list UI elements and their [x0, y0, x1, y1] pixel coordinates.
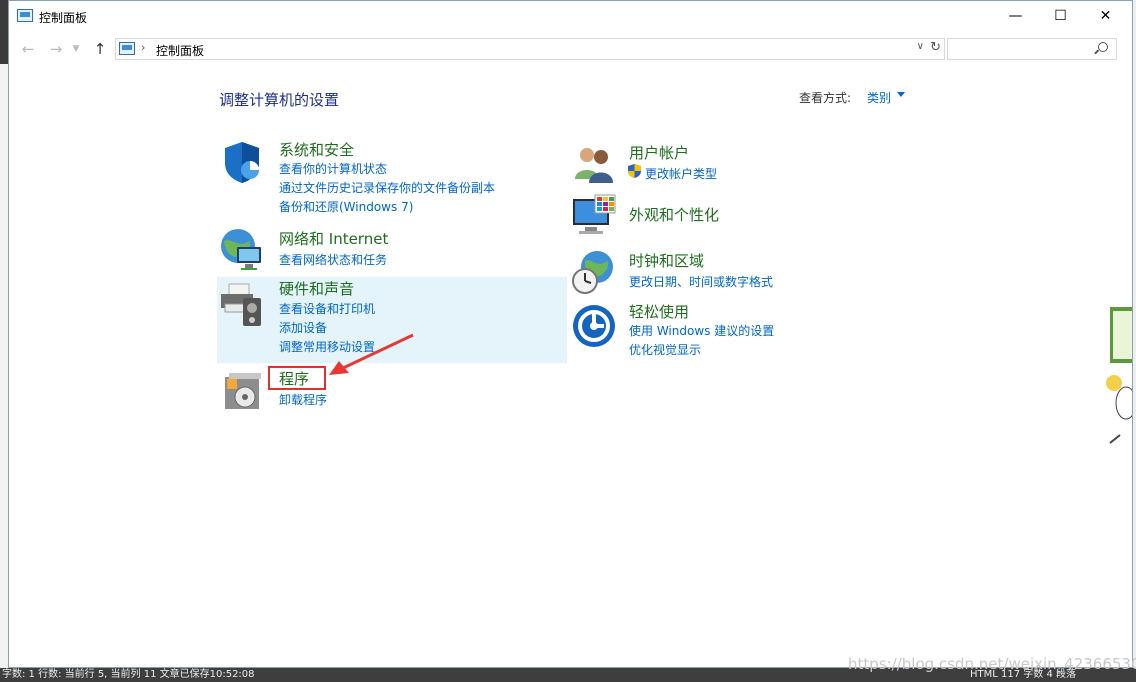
category-hardware-sound[interactable]: 硬件和声音 — [279, 278, 354, 299]
clock-globe-icon[interactable] — [571, 249, 617, 295]
link-optimize-visual-display[interactable]: 优化视觉显示 — [629, 341, 701, 358]
link-file-history[interactable]: 通过文件历史记录保存你的文件备份副本 — [279, 179, 495, 196]
view-by-caret-icon[interactable] — [897, 92, 905, 97]
annotation-arrow-icon — [329, 333, 414, 375]
link-uninstall-program[interactable]: 卸载程序 — [279, 391, 327, 408]
minimize-button[interactable]: — — [993, 1, 1038, 31]
category-network-internet[interactable]: 网络和 Internet — [279, 228, 388, 249]
breadcrumb-control-panel[interactable]: 控制面板 — [156, 42, 204, 59]
up-arrow-icon[interactable]: ↑ — [89, 39, 111, 59]
link-recommended-settings[interactable]: 使用 Windows 建议的设置 — [629, 322, 774, 339]
link-network-status[interactable]: 查看网络状态和任务 — [279, 251, 387, 268]
network-globe-icon[interactable] — [219, 227, 265, 273]
uac-shield-icon — [628, 164, 641, 178]
refresh-icon[interactable]: ↻ — [930, 40, 941, 55]
category-appearance-personalization[interactable]: 外观和个性化 — [629, 204, 719, 225]
link-date-time-format[interactable]: 更改日期、时间或数字格式 — [629, 273, 773, 290]
breadcrumb-chevron-icon[interactable]: › — [141, 41, 145, 54]
back-arrow-icon[interactable]: ← — [17, 39, 39, 59]
link-change-account-type[interactable]: 更改帐户类型 — [645, 165, 717, 182]
address-dropdown-chevron-icon[interactable]: ∨ — [917, 41, 924, 52]
recent-locations-chevron-icon[interactable]: ▼ — [69, 39, 83, 59]
control-panel-small-icon — [119, 42, 135, 55]
maximize-button[interactable]: ☐ — [1038, 1, 1083, 31]
view-by-label: 查看方式: — [799, 91, 852, 105]
category-clock-region[interactable]: 时钟和区域 — [629, 250, 704, 271]
control-panel-icon — [17, 9, 33, 22]
category-user-accounts[interactable]: 用户帐户 — [629, 142, 689, 163]
shield-icon[interactable] — [219, 139, 265, 185]
watermark-text: https://blog.csdn.net/weixin_42366530 — [848, 655, 1136, 673]
decorative-sticker — [1106, 307, 1132, 444]
printer-icon[interactable] — [219, 282, 265, 328]
background-status-left: 字数: 1 行数: 当前行 5, 当前列 11 文章已保存10:52:08 — [2, 669, 255, 680]
category-system-security[interactable]: 系统和安全 — [279, 139, 354, 160]
annotation-highlight-box — [268, 366, 326, 390]
programs-disc-icon[interactable] — [221, 367, 267, 413]
link-backup-restore[interactable]: 备份和还原(Windows 7) — [279, 198, 413, 215]
category-ease-of-access[interactable]: 轻松使用 — [629, 301, 689, 322]
control-panel-window: 控制面板 — ☐ ✕ ← → ▼ ↑ › 控制面板 ∨ ↻ 调整计算机的设置 查… — [8, 0, 1133, 668]
address-bar[interactable]: › 控制面板 ∨ ↻ — [115, 38, 945, 60]
ease-of-access-icon[interactable] — [571, 303, 617, 349]
close-button[interactable]: ✕ — [1083, 1, 1128, 31]
search-input[interactable] — [947, 38, 1117, 60]
users-icon[interactable] — [571, 141, 617, 187]
search-icon[interactable] — [1098, 42, 1108, 52]
link-add-device[interactable]: 添加设备 — [279, 319, 327, 336]
monitor-palette-icon[interactable] — [571, 193, 617, 239]
page-title: 调整计算机的设置 — [219, 91, 340, 109]
link-system-status[interactable]: 查看你的计算机状态 — [279, 160, 387, 177]
view-by-dropdown[interactable]: 类别 — [867, 89, 891, 106]
title-bar[interactable]: 控制面板 — ☐ ✕ — [9, 1, 1132, 33]
window-title: 控制面板 — [39, 11, 88, 25]
link-devices-printers[interactable]: 查看设备和打印机 — [279, 300, 375, 317]
forward-arrow-icon[interactable]: → — [45, 39, 67, 59]
navigation-bar: ← → ▼ ↑ › 控制面板 ∨ ↻ — [9, 35, 1132, 63]
